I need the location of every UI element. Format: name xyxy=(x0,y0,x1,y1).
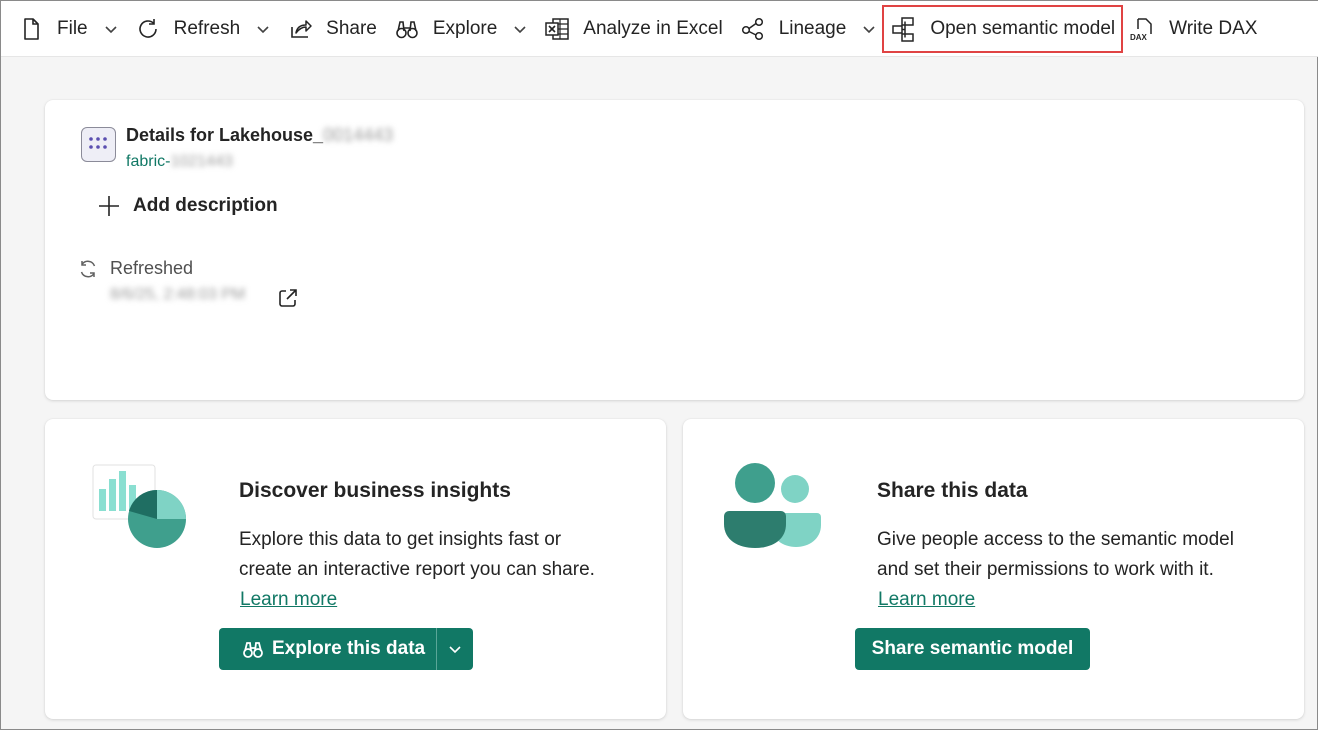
insights-text-line1: Explore this data to get insights fast o… xyxy=(239,529,562,550)
add-description-button[interactable]: Add description xyxy=(97,194,278,218)
share-text-line1: Give people access to the semantic model xyxy=(877,529,1234,550)
refresh-label: Refresh xyxy=(173,17,241,39)
details-title: Details for Lakehouse_0014443 xyxy=(126,125,394,145)
redacted-text: 8/6/25, 2:48:03 PM xyxy=(110,286,246,303)
share-title: Share this data xyxy=(877,479,1028,502)
chart-illustration-icon xyxy=(92,464,186,548)
explore-menu-button[interactable]: Explore xyxy=(385,7,535,51)
chevron-down-icon xyxy=(105,25,117,33)
excel-icon xyxy=(545,17,570,40)
lineage-icon xyxy=(741,17,763,40)
refreshed-label: Refreshed xyxy=(110,258,194,278)
open-external-icon[interactable] xyxy=(276,286,300,310)
write-dax-button[interactable]: DAX Write DAX xyxy=(1121,7,1265,51)
insights-title: Discover business insights xyxy=(239,479,511,502)
share-button[interactable]: Share xyxy=(278,7,385,51)
explore-this-data-label: Explore this data xyxy=(272,638,426,659)
file-icon xyxy=(24,17,39,40)
refresh-menu-button[interactable]: Refresh xyxy=(126,7,279,51)
share-semantic-model-button[interactable]: Share semantic model xyxy=(855,628,1090,670)
redacted-text: 1021443 xyxy=(170,153,233,170)
explore-label: Explore xyxy=(432,17,498,39)
dots-grid-icon xyxy=(89,137,107,149)
plus-icon xyxy=(99,196,119,216)
analyze-in-excel-button[interactable]: Analyze in Excel xyxy=(535,7,730,51)
write-dax-label: Write DAX xyxy=(1169,17,1258,39)
explore-this-data-split-button: Explore this data xyxy=(219,628,473,670)
explore-options-dropdown[interactable] xyxy=(437,628,473,670)
chevron-down-icon xyxy=(257,25,269,33)
file-label: File xyxy=(57,17,88,39)
refreshed-time: 8/6/25, 2:48:03 PM xyxy=(110,286,245,304)
svg-text:DAX: DAX xyxy=(1130,33,1148,42)
refresh-status-icon xyxy=(80,260,96,278)
lineage-label: Lineage xyxy=(778,17,847,39)
chevron-down-icon xyxy=(863,25,875,33)
insights-learn-more-link[interactable]: Learn more xyxy=(240,589,337,611)
dax-icon: DAX xyxy=(1130,17,1152,42)
redacted-text: 0014443 xyxy=(323,125,394,145)
lakehouse-icon xyxy=(81,127,116,162)
share-card: Share this data Give people access to th… xyxy=(683,419,1304,719)
insights-text-line2: create an interactive report you can sha… xyxy=(239,559,595,580)
share-label: Share xyxy=(326,17,377,39)
chevron-down-icon xyxy=(449,646,461,654)
insights-card: Discover business insights Explore this … xyxy=(45,419,666,719)
share-icon xyxy=(291,19,312,38)
open-semantic-model-button[interactable]: Open semantic model xyxy=(882,4,1124,53)
people-illustration-icon xyxy=(724,463,821,548)
chevron-down-icon xyxy=(514,25,526,33)
toolbar: File Refresh Share Explore Analyze in Ex… xyxy=(1,1,1318,57)
explore-this-data-button[interactable]: Explore this data xyxy=(219,628,437,670)
binoculars-icon xyxy=(396,20,418,38)
refresh-icon xyxy=(138,18,157,38)
semantic-model-icon xyxy=(892,16,915,42)
workspace-link[interactable]: fabric-1021443 xyxy=(126,153,233,171)
details-card: Details for Lakehouse_0014443 fabric-102… xyxy=(45,100,1304,400)
add-description-label: Add description xyxy=(133,195,278,216)
share-learn-more-link[interactable]: Learn more xyxy=(878,589,975,611)
lineage-menu-button[interactable]: Lineage xyxy=(731,7,885,51)
file-menu-button[interactable]: File xyxy=(9,7,126,51)
open-semantic-model-label: Open semantic model xyxy=(930,17,1116,39)
analyze-in-excel-label: Analyze in Excel xyxy=(583,17,723,39)
share-text-line2: and set their permissions to work with i… xyxy=(877,559,1214,580)
binoculars-icon xyxy=(243,642,263,658)
